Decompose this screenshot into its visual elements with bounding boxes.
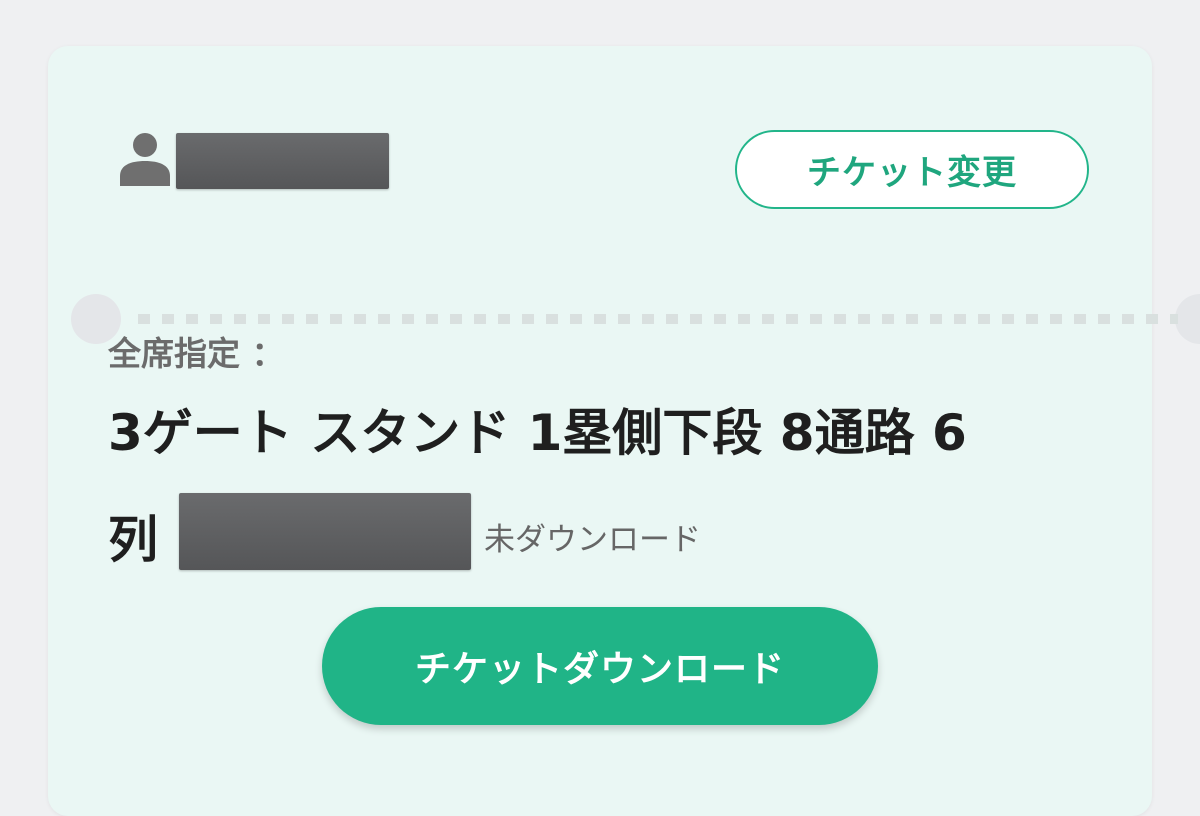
ticket-notch-right xyxy=(1175,294,1200,344)
seat-location-text-continued: 列 xyxy=(108,511,158,569)
seat-type-label: 全席指定 ： xyxy=(108,334,285,373)
download-status-text: 未ダウンロード xyxy=(484,522,701,558)
change-ticket-button[interactable]: チケット変更 xyxy=(735,130,1089,209)
perforation-divider xyxy=(138,314,1178,324)
person-icon xyxy=(120,133,170,186)
redacted-seat-number xyxy=(179,493,471,570)
seat-location-text: 3ゲート スタンド 1塁側下段 8通路 6 xyxy=(108,404,967,462)
ticket-download-button[interactable]: チケットダウンロード xyxy=(322,607,878,725)
redacted-holder-name xyxy=(176,133,389,189)
